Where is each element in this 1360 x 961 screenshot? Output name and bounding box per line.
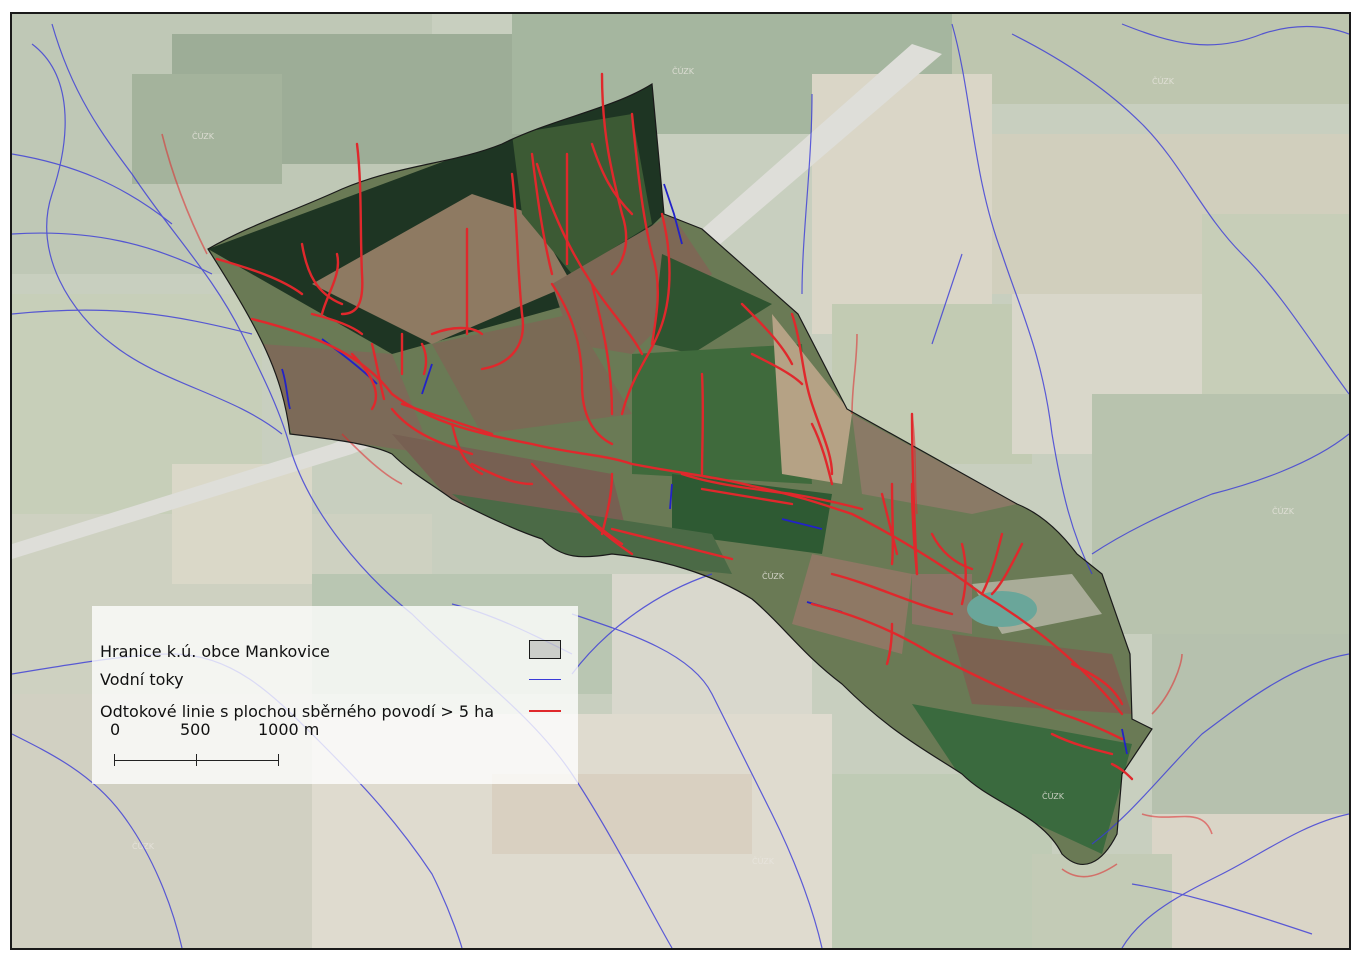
scale-tick	[196, 754, 197, 766]
legend-runoff-swatch	[529, 710, 561, 712]
scale-bar: 0 500 1000 m	[100, 720, 320, 766]
scale-tick	[278, 754, 279, 766]
legend-boundary-swatch	[529, 640, 561, 659]
scale-tick	[114, 754, 115, 766]
scale-label-500: 500	[180, 720, 211, 739]
map-legend: Hranice k.ú. obce Mankovice Vodní toky O…	[92, 606, 578, 784]
map-frame: ČÚZK ČÚZK ČÚZK ČÚZK ČÚZK ČÚZK ČÚZK ČÚZK	[10, 12, 1351, 950]
aerial-map[interactable]: ČÚZK ČÚZK ČÚZK ČÚZK ČÚZK ČÚZK ČÚZK ČÚZK	[12, 14, 1349, 948]
legend-streams-label: Vodní toky	[100, 670, 184, 689]
scale-label-0: 0	[110, 720, 121, 739]
watermark-czk: ČÚZK	[1042, 790, 1065, 801]
watermark-czk: ČÚZK	[752, 855, 775, 866]
watermark-czk: ČÚZK	[1272, 505, 1295, 516]
scale-label-1000: 1000 m	[258, 720, 320, 739]
legend-streams-swatch	[529, 679, 561, 680]
watermark-czk: ČÚZK	[1152, 75, 1175, 86]
legend-runoff-label: Odtokové linie s plochou sběrného povodí…	[100, 702, 495, 721]
watermark-czk: ČÚZK	[192, 130, 215, 141]
watermark-czk: ČÚZK	[672, 65, 695, 76]
watermark-czk: ČÚZK	[132, 840, 155, 851]
watermark-czk: ČÚZK	[762, 570, 785, 581]
legend-boundary-label: Hranice k.ú. obce Mankovice	[100, 642, 330, 661]
